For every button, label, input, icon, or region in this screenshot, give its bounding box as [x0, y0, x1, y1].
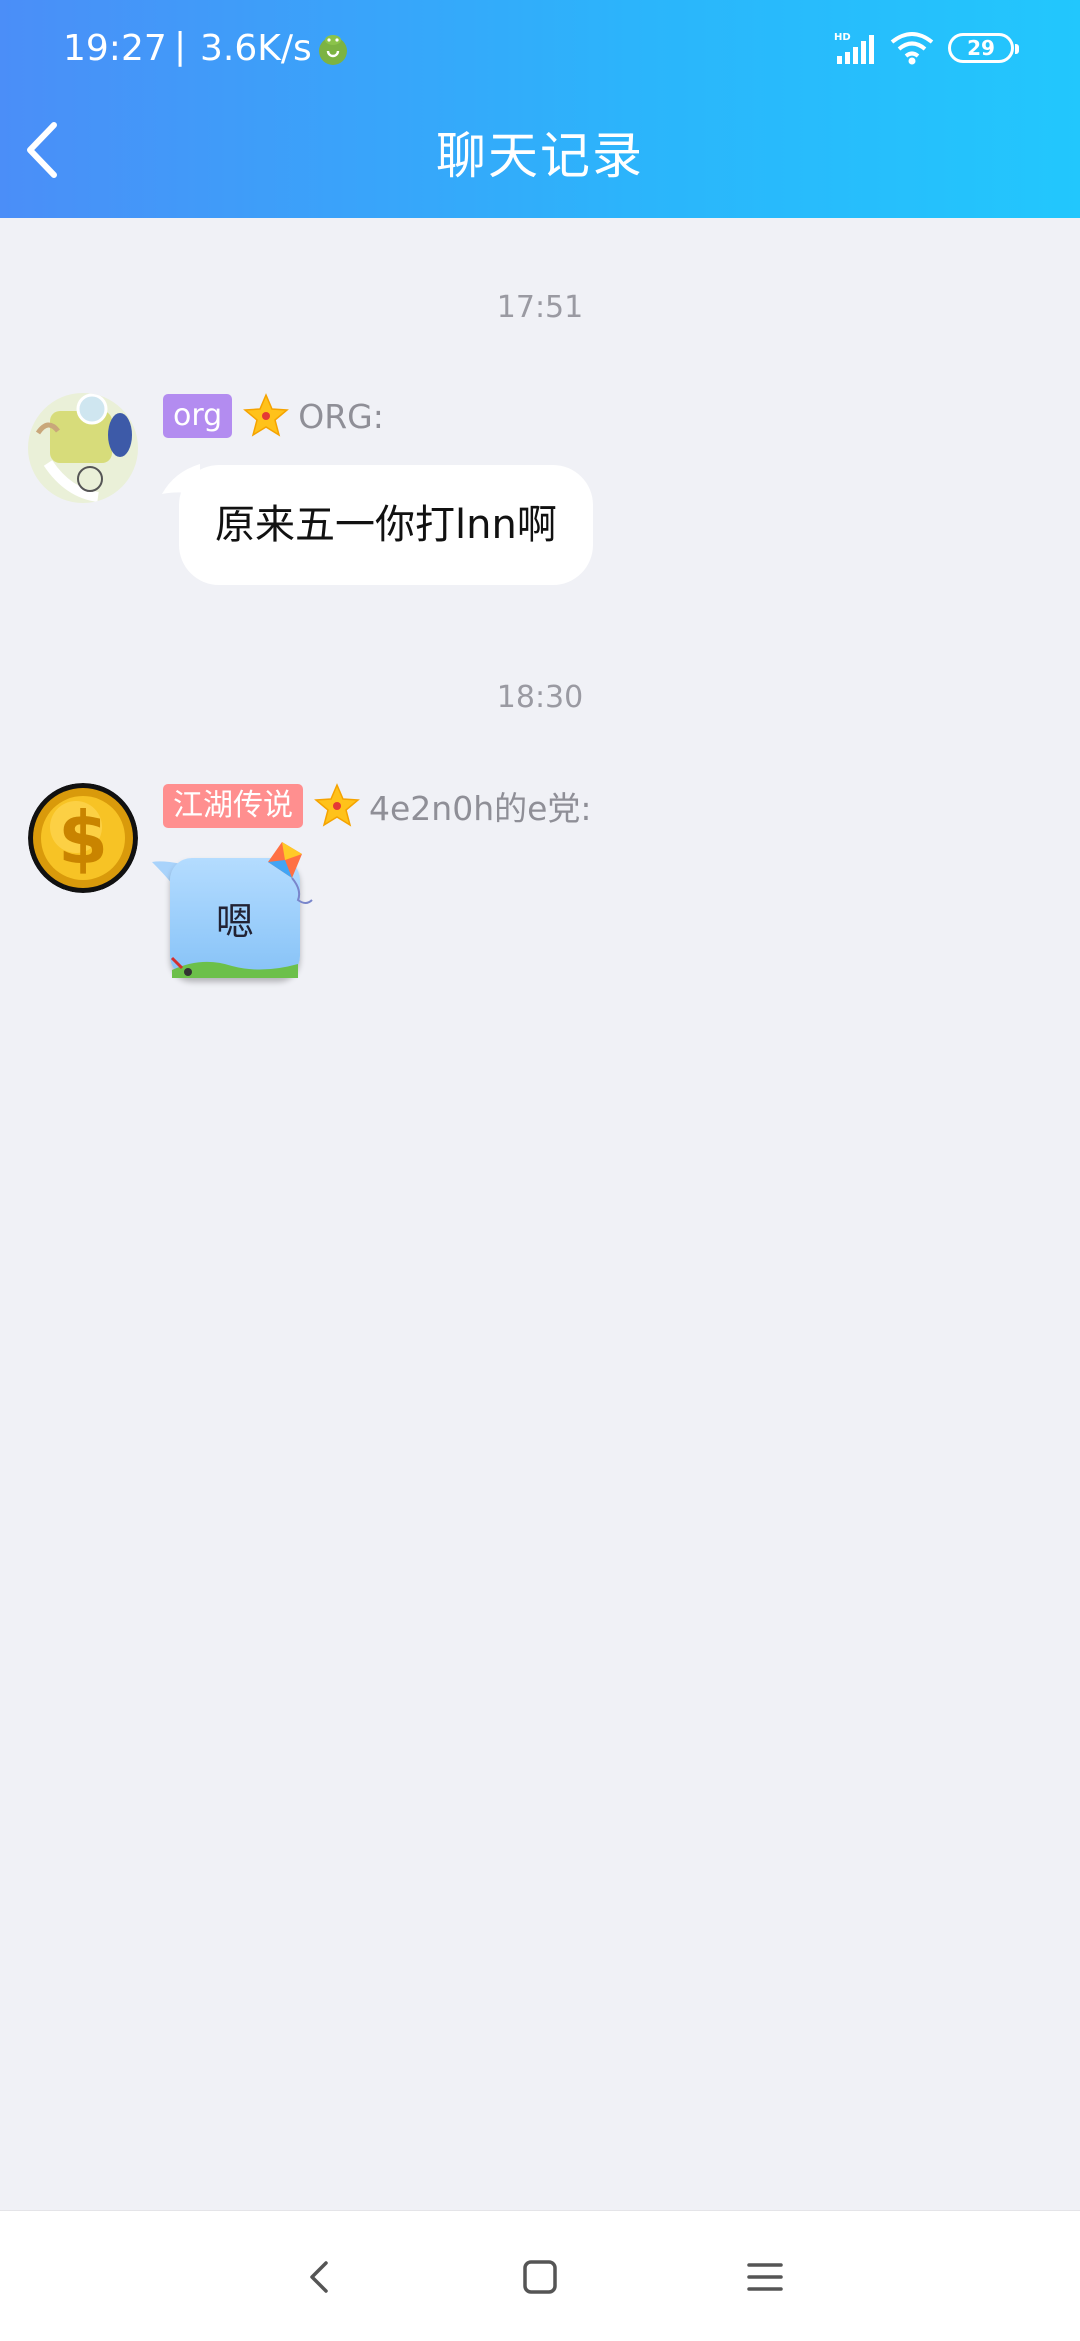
- wifi-icon: [890, 32, 934, 65]
- member-badge: org: [163, 394, 233, 438]
- avatar[interactable]: $: [28, 783, 138, 893]
- svg-text:$: $: [58, 796, 108, 880]
- status-separator: |: [174, 26, 187, 67]
- nav-back-icon[interactable]: [292, 2249, 348, 2305]
- message-bubble[interactable]: 原来五一你打lnn啊: [179, 465, 593, 585]
- status-bar: 19:27 | 3.6K/s HD 29: [0, 0, 1080, 100]
- star-icon: [243, 393, 290, 437]
- sender-info: 江湖传说 4e2n0h的e党:: [163, 780, 592, 832]
- page-title: 聊天记录: [436, 127, 644, 185]
- rank-badge: 江湖传说: [163, 784, 303, 828]
- message-timestamp: 17:51: [496, 290, 584, 325]
- battery-level: 29: [967, 36, 995, 60]
- message-text: 嗯: [215, 899, 254, 944]
- message-timestamp: 18:30: [496, 680, 584, 715]
- kite-spool-icon: [170, 956, 192, 976]
- gold-coin-icon: $: [28, 783, 138, 893]
- sender-name: ORG:: [298, 396, 384, 436]
- star-icon: [314, 783, 360, 827]
- signal-icon: HD: [834, 32, 874, 64]
- network-speed: 3.6K/s: [200, 28, 312, 69]
- android-icon: [319, 35, 347, 65]
- kite-icon: [268, 842, 313, 904]
- nav-menu-icon[interactable]: [737, 2249, 793, 2305]
- avatar[interactable]: [28, 393, 138, 503]
- status-time: 19:27: [63, 28, 167, 69]
- battery-indicator: 29: [948, 33, 1019, 63]
- nav-home-icon[interactable]: [512, 2249, 568, 2305]
- avatar-image-icon: [28, 393, 138, 503]
- sender-name: 4e2n0h的e党:: [369, 789, 592, 828]
- sender-info: org ORG:: [163, 390, 384, 442]
- network-type-label: HD: [834, 32, 851, 43]
- header-bar: 19:27 | 3.6K/s HD 29 聊天记录: [0, 0, 1080, 218]
- system-navigation-bar: [0, 2210, 1080, 2341]
